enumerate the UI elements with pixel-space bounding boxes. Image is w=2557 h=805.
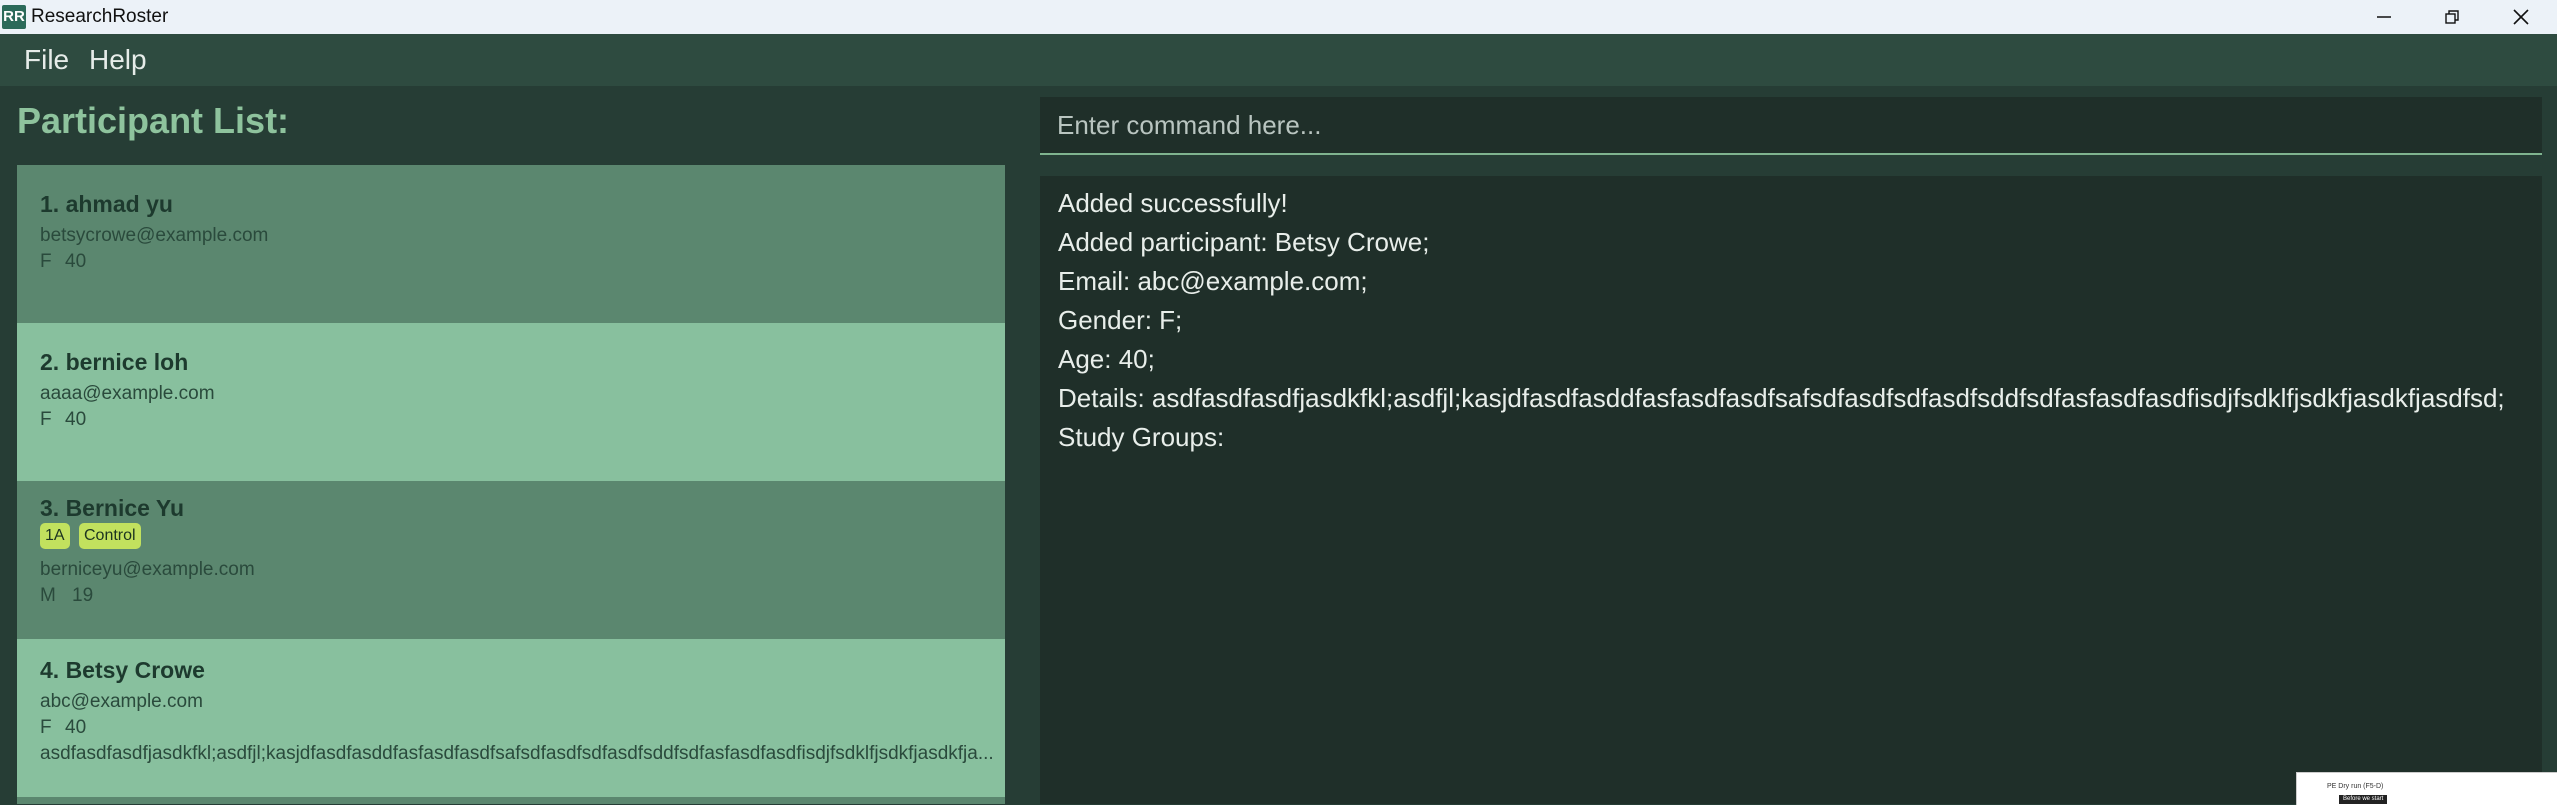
command-box <box>1040 97 2542 155</box>
title-bar: RR ResearchRoster <box>0 0 2557 34</box>
thumbnail-button: Before we start <box>2339 795 2388 804</box>
participant-email: berniceyu@example.com <box>40 559 255 580</box>
tag-badge: Control <box>79 523 141 549</box>
result-line: Age: 40; <box>1058 344 1155 374</box>
window-thumbnail[interactable]: PE Dry run (F5-D) Before we start <box>2296 772 2557 805</box>
menu-bar: File Help <box>0 34 2557 86</box>
thumbnail-title: PE Dry run (F5-D) <box>2327 783 2384 790</box>
participant-details: asdfasdfasdfjasdkfkl;asdfjl;kasjdfasdfas… <box>40 743 994 764</box>
close-button[interactable] <box>2487 0 2555 34</box>
menu-file[interactable]: File <box>24 44 69 76</box>
participant-gender: F <box>40 717 52 738</box>
participant-card[interactable]: 3. Bernice Yu 1A Control berniceyu@examp… <box>17 481 1005 639</box>
window-title: ResearchRoster <box>31 6 169 27</box>
result-line: Email: abc@example.com; <box>1058 266 1368 296</box>
menu-help[interactable]: Help <box>89 44 147 76</box>
participant-name: 2. bernice loh <box>40 349 189 375</box>
result-line: Gender: F; <box>1058 305 1183 335</box>
participant-list[interactable]: 1. ahmad yu betsycrowe@example.com F 40 … <box>17 165 1005 804</box>
result-line: Study Groups: <box>1058 422 1225 452</box>
participant-list-title: Participant List: <box>17 100 290 141</box>
participant-name: 4. Betsy Crowe <box>40 657 205 683</box>
participant-age: 40 <box>65 717 87 738</box>
participant-email: betsycrowe@example.com <box>40 225 269 246</box>
participant-age: 40 <box>65 251 87 272</box>
participant-gender: F <box>40 251 52 272</box>
close-icon <box>2513 9 2529 25</box>
participant-age: 19 <box>72 585 94 606</box>
participant-age: 40 <box>65 409 87 430</box>
restore-button[interactable] <box>2418 0 2486 34</box>
result-line: Details: asdfasdfasdfjasdkfkl;asdfjl;kas… <box>1058 383 2505 413</box>
participant-email: abc@example.com <box>40 691 203 712</box>
participant-name: 3. Bernice Yu <box>40 495 185 521</box>
tag-badge: 1A <box>40 523 70 549</box>
minimize-icon <box>2377 16 2391 18</box>
participant-card[interactable]: 1. ahmad yu betsycrowe@example.com F 40 <box>17 165 1005 323</box>
participant-gender: F <box>40 409 52 430</box>
result-line: Added participant: Betsy Crowe; <box>1058 227 1430 257</box>
result-line: Added successfully! <box>1058 188 1288 218</box>
app-logo-icon: RR <box>2 5 26 29</box>
result-display: Added successfully! Added participant: B… <box>1040 176 2542 804</box>
minimize-button[interactable] <box>2350 0 2418 34</box>
command-input[interactable] <box>1040 97 2542 153</box>
participant-name: 1. ahmad yu <box>40 191 173 217</box>
restore-icon <box>2445 10 2459 24</box>
participant-gender: M <box>40 585 56 606</box>
participant-card[interactable]: 4. Betsy Crowe abc@example.com F 40 asdf… <box>17 639 1005 797</box>
participant-email: aaaa@example.com <box>40 383 215 404</box>
participant-card[interactable]: 2. bernice loh aaaa@example.com F 40 <box>17 323 1005 481</box>
participant-card[interactable] <box>17 797 1005 804</box>
